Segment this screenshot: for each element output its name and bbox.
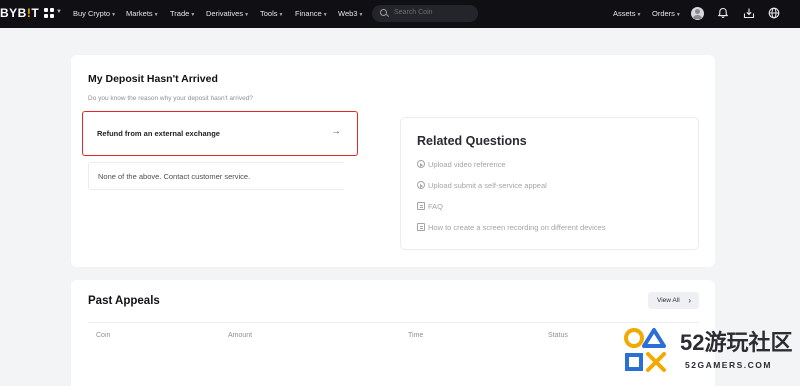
document-icon — [417, 202, 425, 210]
related-item-screen-recording[interactable]: How to create a screen recording on diff… — [417, 223, 605, 232]
logo[interactable]: BYB!T — [0, 6, 39, 20]
nav-buy-crypto[interactable]: Buy Crypto▼ — [73, 9, 116, 18]
option-contact-customer-service[interactable]: None of the above. Contact customer serv… — [88, 162, 344, 190]
watermark-text: 52游玩社区 — [680, 330, 793, 355]
related-item-faq[interactable]: FAQ — [417, 202, 443, 211]
play-circle-icon — [417, 181, 425, 189]
nav-trade[interactable]: Trade▼ — [170, 9, 195, 18]
play-circle-icon — [417, 160, 425, 168]
past-appeals-title: Past Appeals — [88, 295, 160, 307]
page-title: My Deposit Hasn't Arrived — [88, 73, 218, 85]
option-label: None of the above. Contact customer serv… — [98, 172, 251, 181]
nav-finance[interactable]: Finance▼ — [295, 9, 328, 18]
nav-markets[interactable]: Markets▼ — [126, 9, 159, 18]
nav-derivatives[interactable]: Derivatives▼ — [206, 9, 249, 18]
top-nav: BYB!T ▼ Buy Crypto▼ Markets▼ Trade▼ Deri… — [0, 0, 800, 28]
search-icon — [380, 9, 387, 16]
globe-icon[interactable] — [767, 7, 780, 20]
nav-tools[interactable]: Tools▼ — [260, 9, 283, 18]
column-header-amount: Amount — [228, 332, 253, 339]
column-header-coin: Coin — [96, 332, 111, 339]
nav-orders[interactable]: Orders▼ — [652, 9, 681, 18]
watermark-logo-icon — [624, 328, 666, 372]
chevron-down-icon: ▼ — [56, 9, 62, 15]
document-icon — [417, 223, 425, 231]
search-input[interactable]: Search Coin — [372, 5, 478, 22]
divider — [88, 322, 699, 323]
avatar[interactable] — [691, 7, 704, 20]
bell-icon[interactable] — [716, 7, 729, 20]
view-all-button[interactable]: View All › — [648, 292, 699, 309]
chevron-right-icon: › — [688, 296, 691, 305]
download-icon[interactable] — [742, 7, 755, 20]
related-item-upload-video[interactable]: Upload video reference — [417, 160, 506, 169]
apps-grid-icon[interactable] — [44, 8, 54, 18]
search-placeholder: Search Coin — [394, 9, 433, 16]
option-refund-external-exchange[interactable]: Refund from an external exchange → — [82, 111, 358, 156]
watermark-url: 52GAMERS.COM — [685, 360, 772, 370]
related-item-self-service-appeal[interactable]: Upload submit a self-service appeal — [417, 181, 547, 190]
nav-assets[interactable]: Assets▼ — [613, 9, 641, 18]
option-label: Refund from an external exchange — [97, 129, 220, 138]
column-header-status: Status — [548, 332, 568, 339]
nav-web3[interactable]: Web3▼ — [338, 9, 363, 18]
related-questions-title: Related Questions — [417, 134, 527, 148]
page-subtitle: Do you know the reason why your deposit … — [88, 95, 253, 102]
column-header-time: Time — [408, 332, 424, 339]
past-appeals-card — [71, 280, 715, 386]
arrow-right-icon: → — [331, 126, 341, 137]
